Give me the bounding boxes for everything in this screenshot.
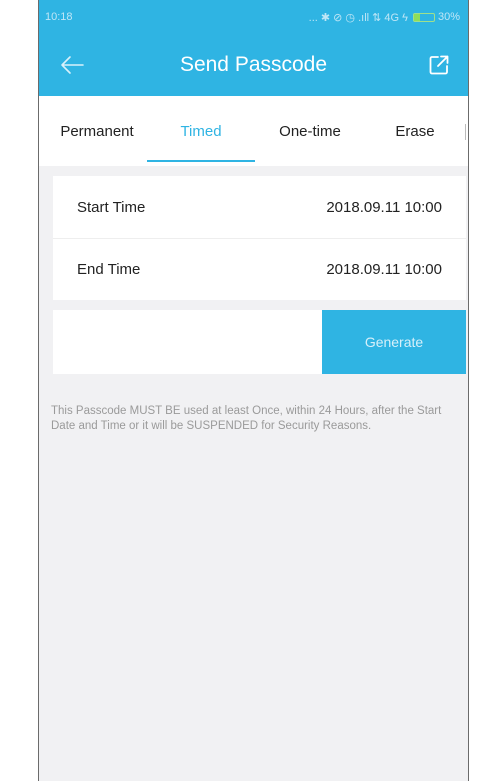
time-settings-card: Start Time 2018.09.11 10:00 End Time 201… bbox=[53, 176, 466, 300]
status-icons: ... ✱ ⊘ ◷ .ıll ⇅ 4G ϟ 30% bbox=[309, 11, 460, 24]
battery-fill bbox=[413, 13, 420, 21]
end-time-value: 2018.09.11 10:00 bbox=[326, 261, 442, 278]
tab-permanent[interactable]: Permanent bbox=[47, 96, 147, 166]
back-button[interactable] bbox=[57, 50, 87, 80]
start-time-value: 2018.09.11 10:00 bbox=[326, 198, 442, 216]
end-time-row[interactable]: End Time 2018.09.11 10:00 bbox=[53, 238, 466, 300]
share-external-icon bbox=[429, 55, 449, 75]
start-time-row[interactable]: Start Time 2018.09.11 10:00 bbox=[53, 176, 466, 238]
tab-label: Permanent bbox=[60, 122, 134, 140]
tab-timed[interactable]: Timed bbox=[147, 96, 255, 166]
battery-percent: 30% bbox=[437, 11, 460, 23]
tab-label: Timed bbox=[180, 122, 222, 140]
phone-screen: 10:18 ... ✱ ⊘ ◷ .ıll ⇅ 4G ϟ 30% Send Pas… bbox=[38, 0, 469, 781]
share-button[interactable] bbox=[424, 50, 454, 80]
end-time-label: End Time bbox=[77, 261, 141, 278]
battery-icon bbox=[412, 12, 435, 22]
status-indicators: ... ✱ ⊘ ◷ .ıll ⇅ 4G ϟ bbox=[308, 11, 408, 24]
tab-label: One-time bbox=[279, 122, 341, 140]
tab-erase[interactable]: Erase bbox=[365, 96, 465, 166]
generate-button-label: Generate bbox=[364, 334, 424, 350]
suspension-notice: This Passcode MUST BE used at least Once… bbox=[51, 405, 442, 432]
generate-button[interactable]: Generate bbox=[322, 310, 466, 374]
status-bar: 10:18 ... ✱ ⊘ ◷ .ıll ⇅ 4G ϟ 30% bbox=[39, 0, 468, 34]
passcode-output-field[interactable] bbox=[53, 310, 322, 374]
start-time-label: Start Time bbox=[77, 198, 146, 216]
app-bar: Send Passcode bbox=[39, 34, 468, 96]
generate-row: Generate bbox=[53, 310, 466, 374]
battery-indicator: 30% bbox=[412, 11, 460, 23]
back-arrow-icon bbox=[61, 56, 84, 74]
tab-label: Erase bbox=[395, 122, 435, 140]
status-time: 10:18 bbox=[45, 11, 73, 23]
tab-one-time[interactable]: One-time bbox=[255, 96, 365, 166]
passcode-type-tabs: Permanent Timed One-time Erase bbox=[39, 96, 468, 166]
page-title: Send Passcode bbox=[179, 53, 328, 76]
tab-scroll-divider bbox=[465, 124, 466, 140]
